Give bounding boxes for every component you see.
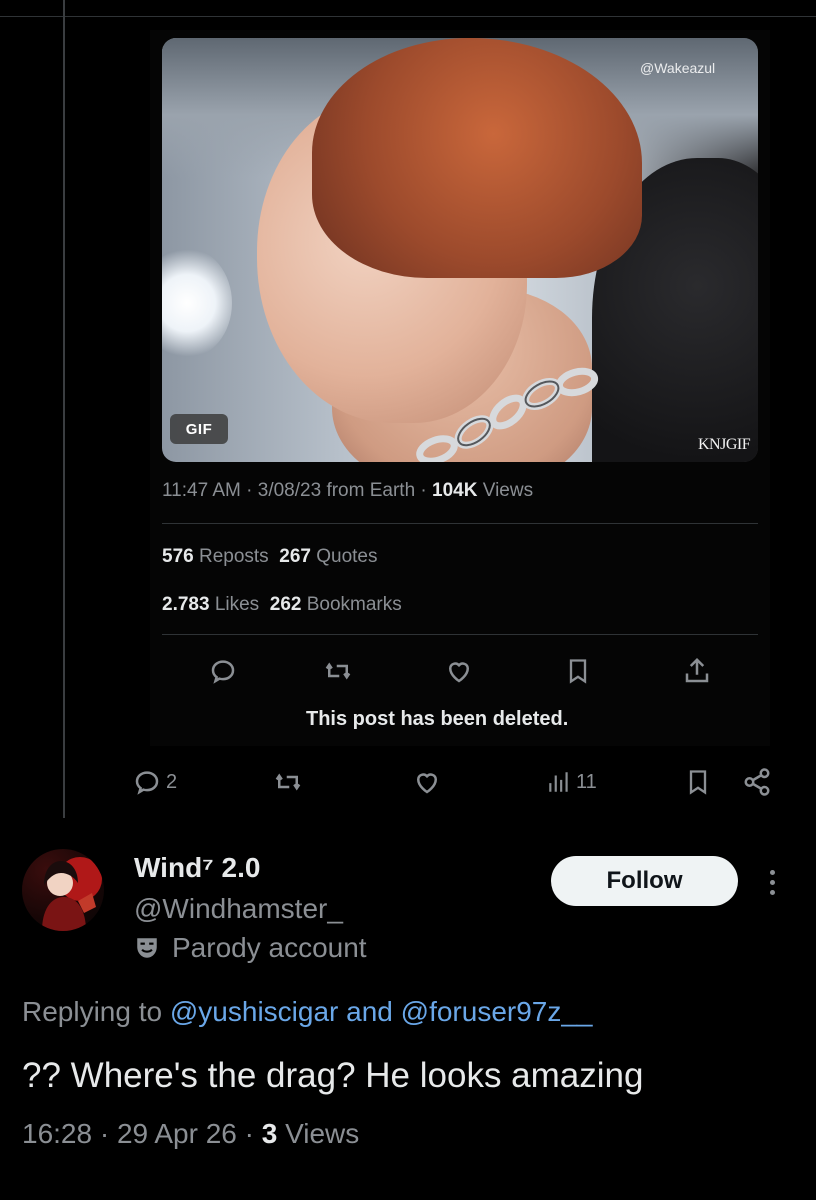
mention-link[interactable]: @foruser97z__ (401, 996, 593, 1027)
display-name[interactable]: Wind⁷ 2.0 (134, 852, 260, 884)
divider (162, 523, 758, 524)
deleted-notice: This post has been deleted. (306, 708, 569, 730)
top-divider (0, 16, 816, 17)
media-corner-mark: KNJGIF (698, 436, 751, 453)
reposts-label: Reposts (198, 546, 269, 567)
replying-to: Replying to @yushiscigar and @foruser97z… (22, 996, 593, 1028)
likes-label: Likes (214, 594, 260, 615)
bookmarks-label: Bookmarks (306, 594, 402, 615)
handle[interactable]: @Windhamster_ (134, 893, 343, 925)
gif-badge[interactable]: GIF (170, 414, 228, 444)
post-media-gif[interactable] (162, 38, 758, 462)
thread-connector (63, 0, 65, 818)
engagement-row-2: 2.783 Likes 262 Bookmarks (162, 594, 402, 616)
analytics-button[interactable]: 11 (546, 767, 597, 797)
quotes-count: 267 (279, 546, 311, 567)
reply-icon (135, 771, 159, 795)
theater-mask-icon (137, 938, 157, 958)
post-text: ?? Where's the drag? He looks amazing (22, 1056, 644, 1095)
bookmarks-count: 262 (269, 594, 302, 615)
bookmark-icon (569, 659, 587, 684)
likes-count: 2.783 (162, 594, 210, 615)
media-watermark: @Wakeazul (640, 60, 716, 76)
post-date[interactable]: 29 Apr 26 (117, 1118, 237, 1149)
reply-icon (211, 660, 235, 684)
quotes-label: Quotes (316, 546, 378, 567)
analytics-count: 11 (576, 770, 597, 793)
follow-button[interactable]: Follow (551, 856, 738, 906)
analytics-icon (549, 772, 568, 792)
more-icon[interactable] (760, 862, 784, 902)
views-count: 3 (261, 1118, 278, 1149)
engagement-row-1: 576 Reposts 267 Quotes (162, 546, 378, 568)
replying-prefix: Replying to (22, 996, 163, 1027)
mention-joiner: and (346, 996, 393, 1027)
quoted-post-meta: 11:47 AM · 3/08/23 from Earth · 104K Vie… (162, 480, 534, 501)
reposts-count: 576 (162, 546, 194, 567)
views-label: Views (285, 1118, 360, 1149)
reply-meta: 16:28 · 29 Apr 26 · 3 Views (22, 1118, 360, 1149)
like-button[interactable] (412, 767, 442, 797)
heart-icon (416, 773, 438, 794)
avatar[interactable] (22, 849, 104, 931)
bookmark-button[interactable] (684, 767, 712, 797)
reply-count: 2 (166, 770, 178, 793)
repost-icon (275, 773, 301, 791)
post-source: from Earth (326, 480, 416, 501)
parody-text: Parody account (172, 932, 367, 963)
reply-button[interactable]: 2 (132, 767, 177, 797)
heart-icon (448, 662, 470, 683)
avatar-illustration (42, 857, 102, 931)
share-icon (685, 657, 709, 683)
views-label: Views (482, 480, 534, 501)
mention-link[interactable]: @yushiscigar (170, 996, 338, 1027)
views-count: 104K (432, 480, 478, 501)
repost-button[interactable] (272, 767, 304, 797)
share-button[interactable] (742, 767, 772, 797)
chain-graphic (416, 367, 599, 462)
post-date: 3/08/23 (257, 480, 322, 501)
parody-label: Parody account (134, 932, 367, 964)
repost-icon (325, 662, 351, 680)
bookmark-icon (689, 770, 707, 795)
share-icon (744, 768, 770, 796)
divider (162, 634, 758, 635)
post-time: 11:47 AM (162, 480, 241, 501)
post-time[interactable]: 16:28 (22, 1118, 92, 1149)
